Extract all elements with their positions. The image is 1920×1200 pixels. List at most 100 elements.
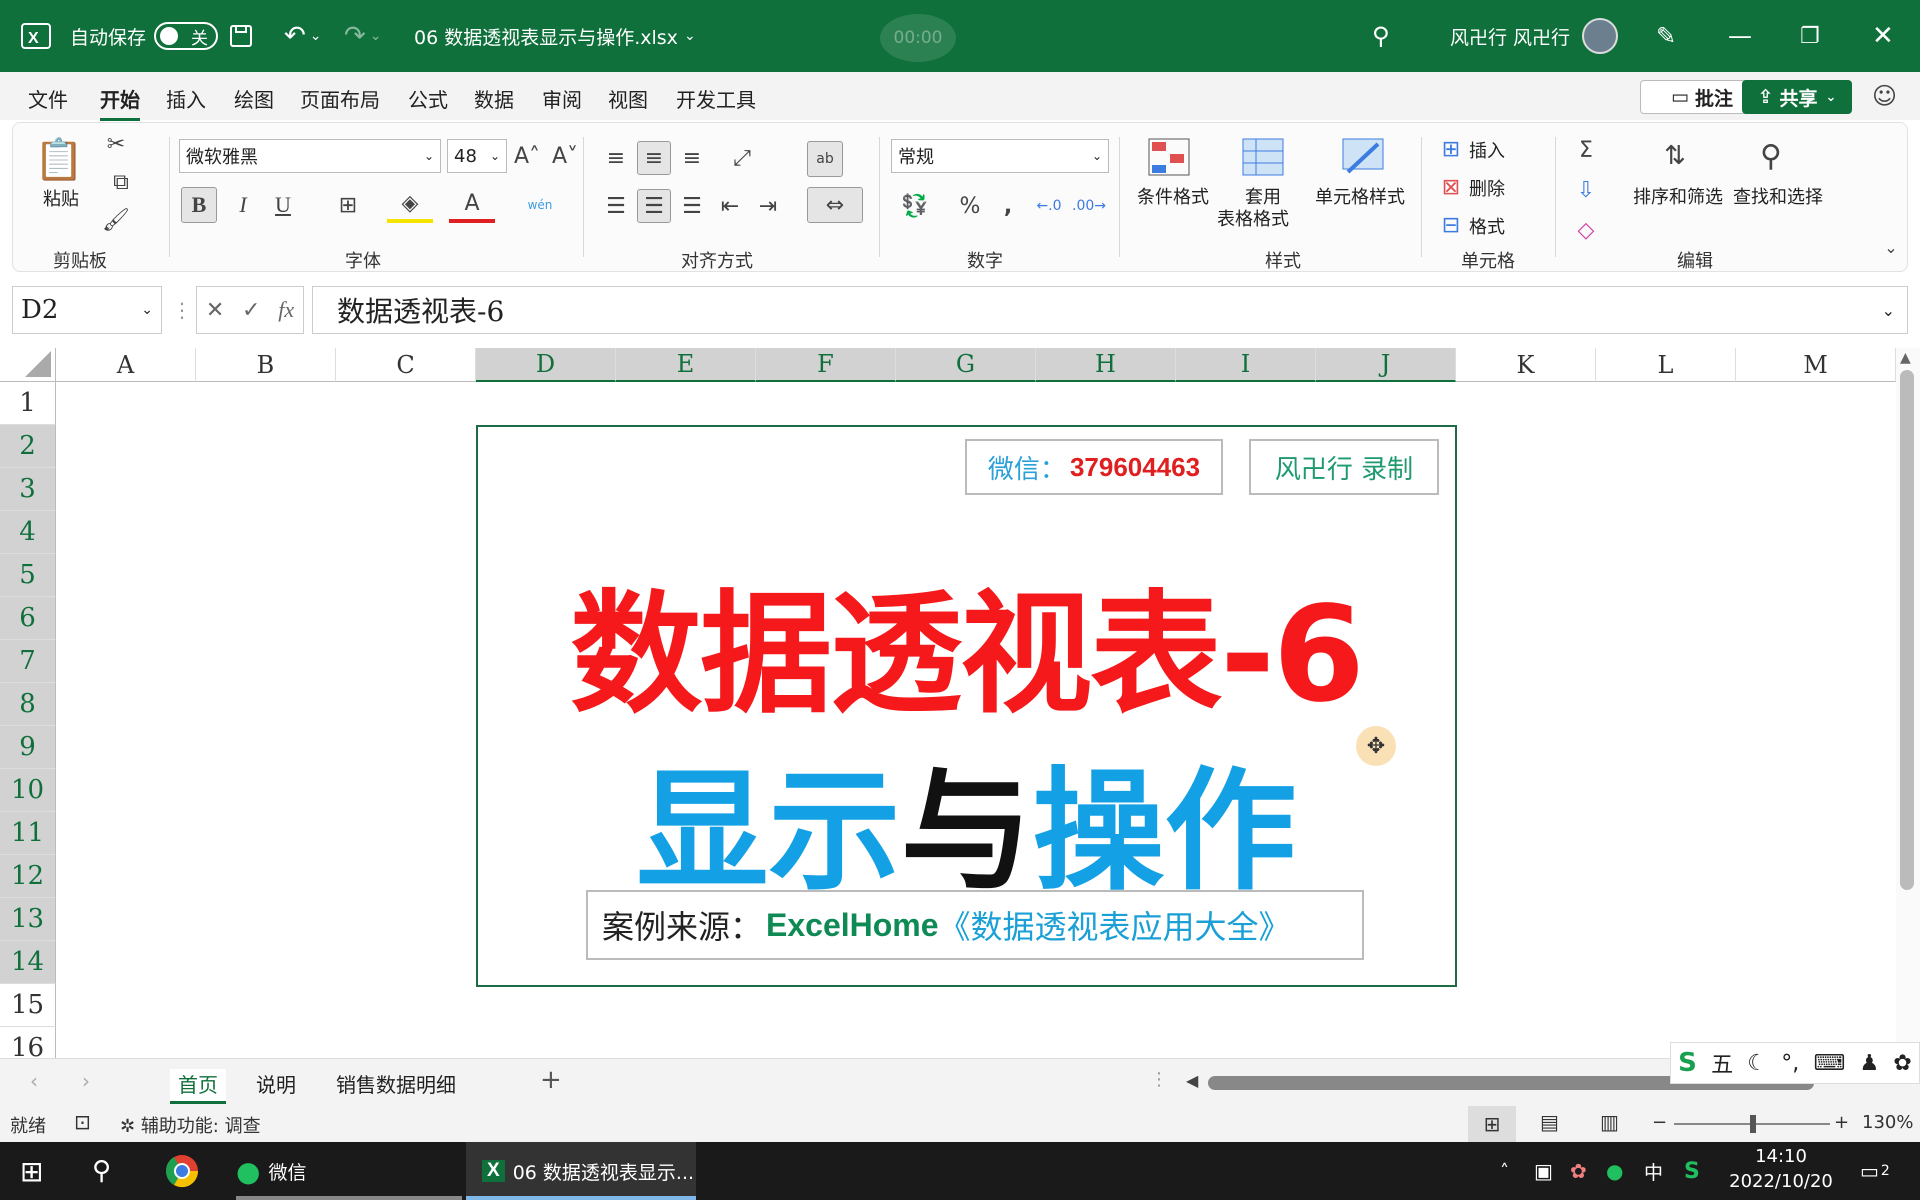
column-header-l[interactable]: L — [1596, 348, 1736, 382]
increase-indent-icon[interactable]: ⇥ — [751, 189, 785, 223]
merge-center-icon[interactable]: ⇔ — [807, 187, 863, 223]
underline-button[interactable]: U — [267, 187, 299, 223]
italic-button[interactable]: I — [227, 187, 259, 223]
format-cells-button[interactable]: 格式 — [1469, 213, 1505, 239]
cut-icon[interactable]: ✂ — [101, 129, 131, 159]
prev-sheet-icon[interactable]: ‹ — [30, 1069, 38, 1093]
insert-cells-icon[interactable]: ⊞ — [1437, 135, 1465, 163]
tray-sogou-icon[interactable]: S — [1684, 1142, 1700, 1200]
moon-icon[interactable]: ☾ — [1747, 1051, 1767, 1076]
row-header-13[interactable]: 13 — [0, 898, 56, 941]
minimize-icon[interactable]: — — [1728, 0, 1752, 72]
column-header-d[interactable]: D — [476, 348, 616, 382]
increase-font-icon[interactable]: A˄ — [511, 141, 543, 171]
font-color-icon[interactable]: A — [449, 187, 495, 223]
row-header-1[interactable]: 1 — [0, 382, 56, 425]
ime-mode[interactable]: 五 — [1711, 1047, 1733, 1079]
tab-draw[interactable]: 绘图 — [234, 84, 274, 113]
format-painter-icon[interactable]: 🖌 — [101, 205, 131, 235]
insert-cells-button[interactable]: 插入 — [1469, 137, 1505, 163]
search-icon[interactable]: ⚲ — [92, 1142, 111, 1200]
restore-icon[interactable]: ❐ — [1800, 0, 1820, 72]
percent-icon[interactable]: % — [953, 189, 987, 223]
cell-styles-icon[interactable] — [1339, 135, 1387, 179]
align-bottom-icon[interactable]: ≡ — [675, 141, 709, 175]
paste-icon[interactable]: 📋 — [34, 133, 84, 185]
vertical-scroll-thumb[interactable] — [1900, 370, 1914, 890]
tab-insert[interactable]: 插入 — [166, 84, 206, 113]
scroll-up-icon[interactable]: ▲ — [1900, 350, 1911, 366]
sheet-tab-notes[interactable]: 说明 — [256, 1069, 296, 1098]
column-header-i[interactable]: I — [1176, 348, 1316, 382]
tab-review[interactable]: 审阅 — [542, 84, 582, 113]
zoom-level[interactable]: 130% — [1862, 1112, 1913, 1133]
conditional-format-icon[interactable] — [1145, 135, 1193, 179]
font-name-select[interactable]: 微软雅黑 ⌄ — [179, 139, 441, 173]
apps-icon[interactable]: ✿ — [1893, 1051, 1911, 1076]
close-icon[interactable]: ✕ — [1872, 0, 1894, 72]
sort-filter-icon[interactable]: ⇅ — [1649, 133, 1701, 179]
tab-data[interactable]: 数据 — [474, 84, 514, 113]
sort-filter-button[interactable]: 排序和筛选 — [1633, 183, 1723, 209]
wrap-text-icon[interactable]: ab — [807, 141, 843, 177]
zoom-slider-thumb[interactable] — [1750, 1115, 1756, 1133]
macro-record-icon[interactable]: ⊡ — [74, 1110, 91, 1134]
formula-input[interactable]: 数据透视表-6 ⌄ — [312, 286, 1908, 334]
format-as-table-icon[interactable] — [1239, 135, 1287, 179]
column-header-b[interactable]: B — [196, 348, 336, 382]
user-name[interactable]: 风卍行 风卍行 — [1450, 0, 1570, 72]
tab-page-layout[interactable]: 页面布局 — [300, 84, 380, 113]
undo-icon[interactable]: ↶ ⌄ — [284, 0, 322, 72]
decrease-decimal-icon[interactable]: .00→ — [1071, 189, 1107, 223]
share-button[interactable]: ⇪ 共享 ⌄ — [1742, 80, 1852, 114]
find-select-button[interactable]: 查找和选择 — [1733, 183, 1823, 209]
punctuation-icon[interactable]: °, — [1781, 1051, 1799, 1076]
taskbar-excel[interactable]: X 06 数据透视表显示... — [466, 1142, 696, 1200]
expand-formula-icon[interactable]: ⌄ — [1882, 301, 1895, 320]
column-header-h[interactable]: H — [1036, 348, 1176, 382]
fill-color-icon[interactable]: ◈ — [387, 187, 433, 223]
ime-toolbar[interactable]: S 五 ☾ °, ⌨ ♟ ✿ — [1670, 1042, 1920, 1084]
decrease-indent-icon[interactable]: ⇤ — [713, 189, 747, 223]
save-icon[interactable] — [228, 0, 254, 72]
column-header-c[interactable]: C — [336, 348, 476, 382]
tray-wechat-icon[interactable]: ● — [1606, 1142, 1623, 1200]
delete-cells-button[interactable]: 删除 — [1469, 175, 1505, 201]
accounting-format-icon[interactable]: 💱 — [893, 189, 937, 223]
zoom-in-icon[interactable]: + — [1834, 1112, 1849, 1133]
taskbar-wechat[interactable]: ● 微信 — [236, 1142, 306, 1200]
tab-home[interactable]: 开始 — [100, 84, 140, 121]
tray-overflow-icon[interactable]: ˄ — [1500, 1142, 1509, 1200]
row-header-7[interactable]: 7 — [0, 640, 56, 683]
row-header-14[interactable]: 14 — [0, 941, 56, 984]
row-header-5[interactable]: 5 — [0, 554, 56, 597]
copy-icon[interactable]: ⧉ — [101, 167, 141, 197]
user-icon[interactable]: ♟ — [1859, 1051, 1879, 1076]
delete-cells-icon[interactable]: ⊠ — [1437, 173, 1465, 201]
align-top-icon[interactable]: ≡ — [599, 141, 633, 175]
feedback-icon[interactable]: ☺ — [1872, 82, 1897, 110]
tray-flower-icon[interactable]: ✿ — [1570, 1142, 1587, 1200]
column-header-k[interactable]: K — [1456, 348, 1596, 382]
align-middle-icon[interactable]: ≡ — [637, 141, 671, 175]
cell-styles-button[interactable]: 单元格样式 — [1315, 183, 1405, 209]
more-options-icon[interactable]: ⋮ — [172, 298, 192, 322]
row-header-11[interactable]: 11 — [0, 812, 56, 855]
pen-icon[interactable]: ✎ — [1656, 0, 1676, 72]
add-sheet-icon[interactable]: + — [540, 1065, 562, 1095]
tab-file[interactable]: 文件 — [28, 84, 68, 113]
row-header-3[interactable]: 3 — [0, 468, 56, 511]
page-break-view-icon[interactable]: ▥ — [1600, 1110, 1619, 1134]
row-header-9[interactable]: 9 — [0, 726, 56, 769]
comma-style-icon[interactable]: , — [993, 189, 1023, 223]
input-language[interactable]: 中 — [1644, 1142, 1663, 1200]
accessibility-status[interactable]: ✲ 辅助功能: 调查 — [120, 1112, 261, 1138]
align-center-icon[interactable]: ☰ — [637, 189, 671, 223]
number-format-select[interactable]: 常规 ⌄ — [891, 139, 1109, 173]
column-header-g[interactable]: G — [896, 348, 1036, 382]
column-header-a[interactable]: A — [56, 348, 196, 382]
clock[interactable]: 14:10 2022/10/20 — [1726, 1146, 1836, 1192]
zoom-out-icon[interactable]: − — [1652, 1112, 1667, 1133]
user-avatar[interactable] — [1582, 0, 1618, 72]
align-right-icon[interactable]: ☰ — [675, 189, 709, 223]
